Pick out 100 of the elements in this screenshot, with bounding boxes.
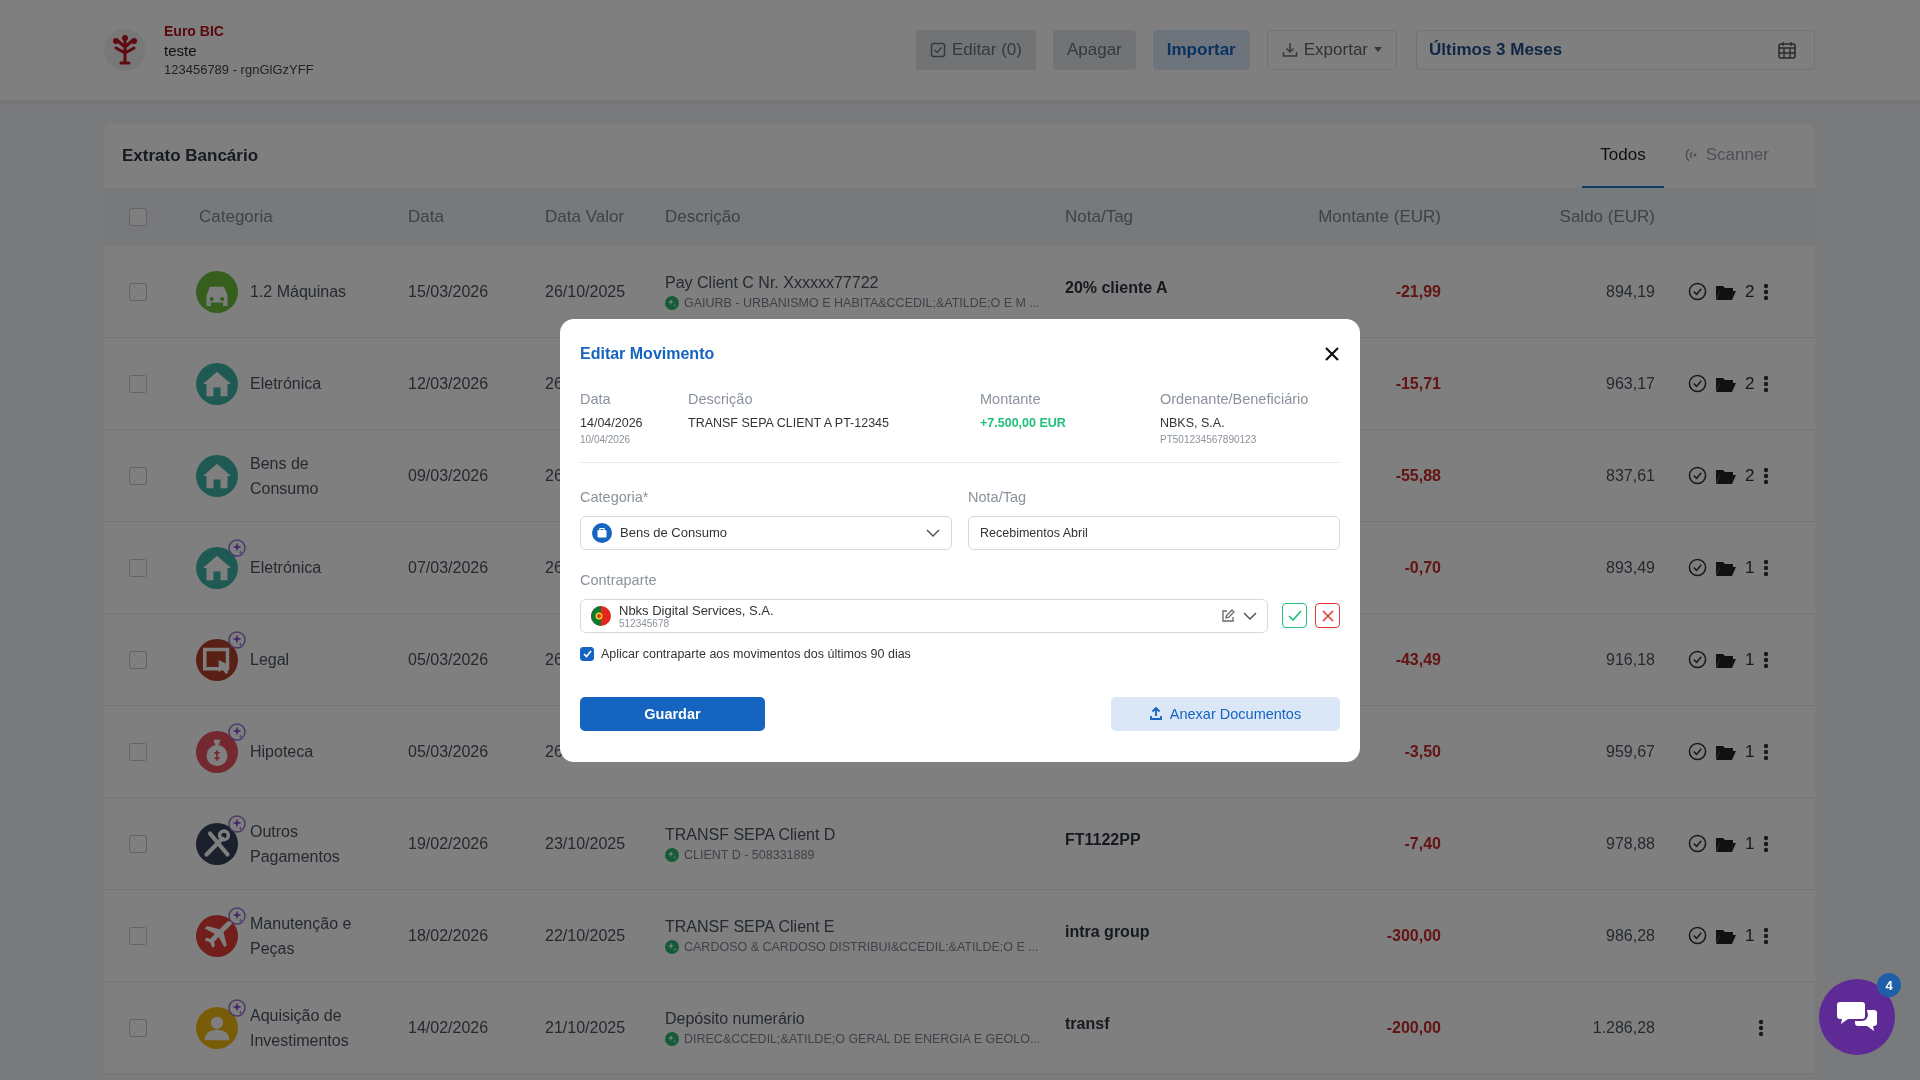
- plane-icon: [196, 914, 238, 957]
- note-field[interactable]: Recebimentos Abril: [968, 515, 1340, 550]
- import-button[interactable]: Importar: [1152, 30, 1250, 70]
- bag-icon: [592, 522, 612, 543]
- check-circle-icon[interactable]: [1688, 742, 1707, 761]
- column-header: Saldo (EUR): [1558, 207, 1655, 227]
- field-label: Descrição: [688, 390, 754, 407]
- notification-badge: 4: [1877, 973, 1901, 997]
- counterparty-text: DIREC&CCEDIL;&ATILDE;O GERAL DE ENERGIA E GEOLO...: [684, 1031, 1041, 1046]
- caret-icon: [1374, 47, 1382, 53]
- column-header: Montante (EUR): [1317, 207, 1441, 227]
- row-checkbox[interactable]: [129, 1018, 147, 1037]
- amount-cell-text: -300,00: [1385, 926, 1441, 945]
- flag-icon: [591, 605, 611, 626]
- field-label: Categoria*: [580, 488, 650, 505]
- date-cell-text: 15/03/2026: [408, 282, 490, 301]
- more-icon[interactable]: [1763, 558, 1769, 577]
- document-count: 1: [1745, 557, 1755, 578]
- sparkle-icon: [665, 939, 679, 954]
- row-checkbox[interactable]: [129, 282, 147, 301]
- document-count: 1: [1745, 741, 1755, 762]
- more-icon[interactable]: [1758, 1018, 1764, 1037]
- more-icon[interactable]: [1763, 650, 1769, 669]
- sparkle-icon: [665, 1031, 679, 1046]
- save-button[interactable]: Guardar: [580, 696, 765, 731]
- row-checkbox[interactable]: [129, 374, 147, 393]
- balance-cell-text: 837,61: [1605, 466, 1655, 485]
- counterparty-name: Nbks Digital Services, S.A.: [619, 602, 775, 618]
- value-date-cell-text: 21/10/2025: [545, 1018, 627, 1037]
- column-header: Data: [408, 207, 445, 227]
- balance-cell-text: 959,67: [1605, 742, 1655, 761]
- balance-cell-text: 894,19: [1605, 282, 1655, 301]
- field-label: Montante: [980, 390, 1042, 407]
- date-cell-text: 05/03/2026: [408, 650, 490, 669]
- chevron-down-icon[interactable]: [1243, 611, 1257, 620]
- value-date-cell-text: 22/10/2025: [545, 926, 627, 945]
- document-count: 1: [1745, 649, 1755, 670]
- row-checkbox[interactable]: [129, 558, 147, 577]
- amount-cell-text: -7,40: [1403, 834, 1441, 853]
- select-all-checkbox[interactable]: [129, 208, 147, 226]
- description-text: TRANSF SEPA Client D: [665, 825, 837, 844]
- sparkle-icon: [665, 295, 679, 310]
- check-circle-icon[interactable]: [1688, 466, 1707, 485]
- counterparty-select[interactable]: Nbks Digital Services, S.A. 512345678: [580, 598, 1268, 633]
- row-checkbox[interactable]: [129, 926, 147, 945]
- money-bag-icon: [196, 730, 238, 773]
- row-checkbox[interactable]: [129, 742, 147, 761]
- date-cell-text: 07/03/2026: [408, 558, 490, 577]
- field-label: Ordenante/Beneficiário: [1160, 390, 1310, 407]
- period-picker[interactable]: Últimos 3 Meses: [1416, 30, 1815, 70]
- delete-button[interactable]: Apagar: [1052, 30, 1136, 70]
- row-checkbox[interactable]: [129, 466, 147, 485]
- amount-cell-text: -55,88: [1394, 466, 1441, 485]
- house-icon: [196, 546, 238, 589]
- check-circle-icon[interactable]: [1688, 374, 1707, 393]
- check-circle-icon[interactable]: [1688, 650, 1707, 669]
- field-value: TRANSF SEPA CLIENT A PT-12345: [688, 415, 890, 430]
- person-icon: [196, 1006, 238, 1049]
- attach-button[interactable]: Anexar Documentos: [1111, 696, 1340, 731]
- check-circle-icon[interactable]: [1688, 558, 1707, 577]
- screen-icon: [196, 638, 238, 681]
- more-icon[interactable]: [1763, 374, 1769, 393]
- column-header: Data Valor: [545, 207, 626, 227]
- cancel-button[interactable]: [1315, 603, 1340, 628]
- close-icon[interactable]: [1324, 345, 1340, 362]
- check-icon: [582, 649, 592, 658]
- calendar-icon: [1778, 41, 1796, 59]
- category-text: 1.2 Máquinas: [250, 282, 348, 302]
- category-text: Hipoteca: [250, 742, 315, 762]
- tax-number: 512345678: [619, 617, 670, 629]
- check-circle-icon[interactable]: [1688, 282, 1707, 301]
- field-label: Nota/Tag: [968, 488, 1028, 505]
- category-text: Aquisição de Investimentos: [250, 1005, 350, 1051]
- check-icon: [1287, 609, 1302, 622]
- column-header: Descrição: [665, 207, 742, 227]
- counterparty-text: GAIURB - URBANISMO E HABITA&CCEDIL;&ATILDE;O E M ...: [684, 295, 1040, 310]
- row-checkbox[interactable]: [129, 650, 147, 669]
- category-text: Bens de Consumo: [250, 453, 320, 499]
- date-cell-text: 18/02/2026: [408, 926, 490, 945]
- bank-name: Euro BIC: [164, 23, 225, 39]
- edit-icon[interactable]: [1221, 608, 1235, 623]
- edit-button[interactable]: Editar (0): [916, 30, 1036, 70]
- checkbox[interactable]: [580, 646, 594, 661]
- check-circle-icon[interactable]: [1688, 834, 1707, 853]
- field-value: NBKS, S.A.: [1160, 415, 1226, 430]
- export-button[interactable]: Exportar: [1266, 30, 1397, 70]
- chat-bubbles-icon: [1836, 1000, 1878, 1034]
- balance-cell-text: 916,18: [1605, 650, 1655, 669]
- more-icon[interactable]: [1763, 926, 1769, 945]
- more-icon[interactable]: [1763, 834, 1769, 853]
- more-icon[interactable]: [1763, 282, 1769, 301]
- amount-cell-text: -43,49: [1394, 650, 1441, 669]
- value-date-cell-text: 23/10/2025: [545, 834, 627, 853]
- more-icon[interactable]: [1763, 742, 1769, 761]
- row-checkbox[interactable]: [129, 834, 147, 853]
- date-cell-text: 19/02/2026: [408, 834, 490, 853]
- check-circle-icon[interactable]: [1688, 926, 1707, 945]
- more-icon[interactable]: [1763, 466, 1769, 485]
- date-cell-text: 12/03/2026: [408, 374, 490, 393]
- category-select[interactable]: Bens de Consumo: [580, 515, 952, 550]
